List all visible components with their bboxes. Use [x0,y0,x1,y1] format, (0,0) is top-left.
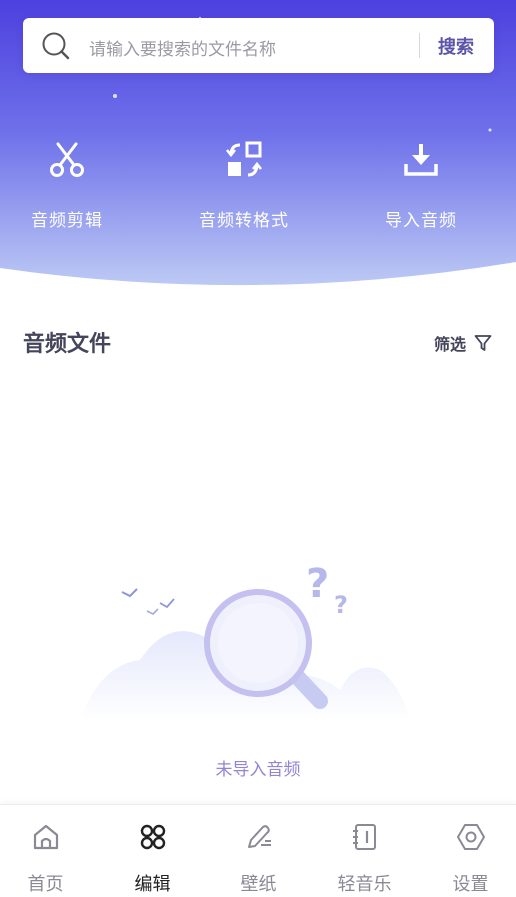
edit-grid-icon [140,824,165,850]
filter-button[interactable]: 筛选 [434,331,492,355]
filter-label: 筛选 [434,335,467,354]
empty-state-illustration: ? ? [80,561,410,720]
action-label: 音频剪辑 [31,211,103,231]
tab-wallpaper[interactable]: 壁纸 [207,805,310,897]
settings-hexagon-icon [456,824,485,850]
music-notebook-icon [352,824,376,850]
empty-state-message: 未导入音频 [215,760,301,780]
tab-settings[interactable]: 设置 [419,805,516,897]
tab-light-music[interactable]: 轻音乐 [313,805,416,897]
bottom-tabbar: 首页 编辑 壁纸 轻音乐 设置 [0,804,516,897]
search-input[interactable]: 请输入要搜索的文件名称 [89,35,276,60]
scissors-icon [50,142,84,177]
home-icon [33,824,58,850]
search-icon [42,32,70,60]
tab-edit[interactable]: 编辑 [101,805,204,897]
svg-text:?: ? [334,591,348,619]
tab-label: 编辑 [134,874,171,895]
svg-text:?: ? [306,561,329,607]
pencil-icon [247,825,271,848]
action-label: 音频转格式 [199,211,289,231]
filter-funnel-icon [474,335,492,351]
search-divider [419,33,420,58]
tab-label: 轻音乐 [337,874,392,895]
tab-label: 壁纸 [240,874,277,895]
action-audio-cut[interactable]: 音频剪辑 [7,140,127,231]
tab-home[interactable]: 首页 [0,805,97,897]
import-download-icon [404,144,438,176]
section-title: 音频文件 [23,332,112,357]
action-import-audio[interactable]: 导入音频 [361,140,481,231]
action-audio-convert[interactable]: 音频转格式 [184,140,304,231]
search-bar[interactable]: 请输入要搜索的文件名称 搜索 [23,18,494,73]
convert-format-icon [225,141,263,177]
action-label: 导入音频 [385,211,457,231]
tab-label: 首页 [27,874,64,895]
search-button[interactable]: 搜索 [438,33,474,59]
tab-label: 设置 [452,874,489,895]
